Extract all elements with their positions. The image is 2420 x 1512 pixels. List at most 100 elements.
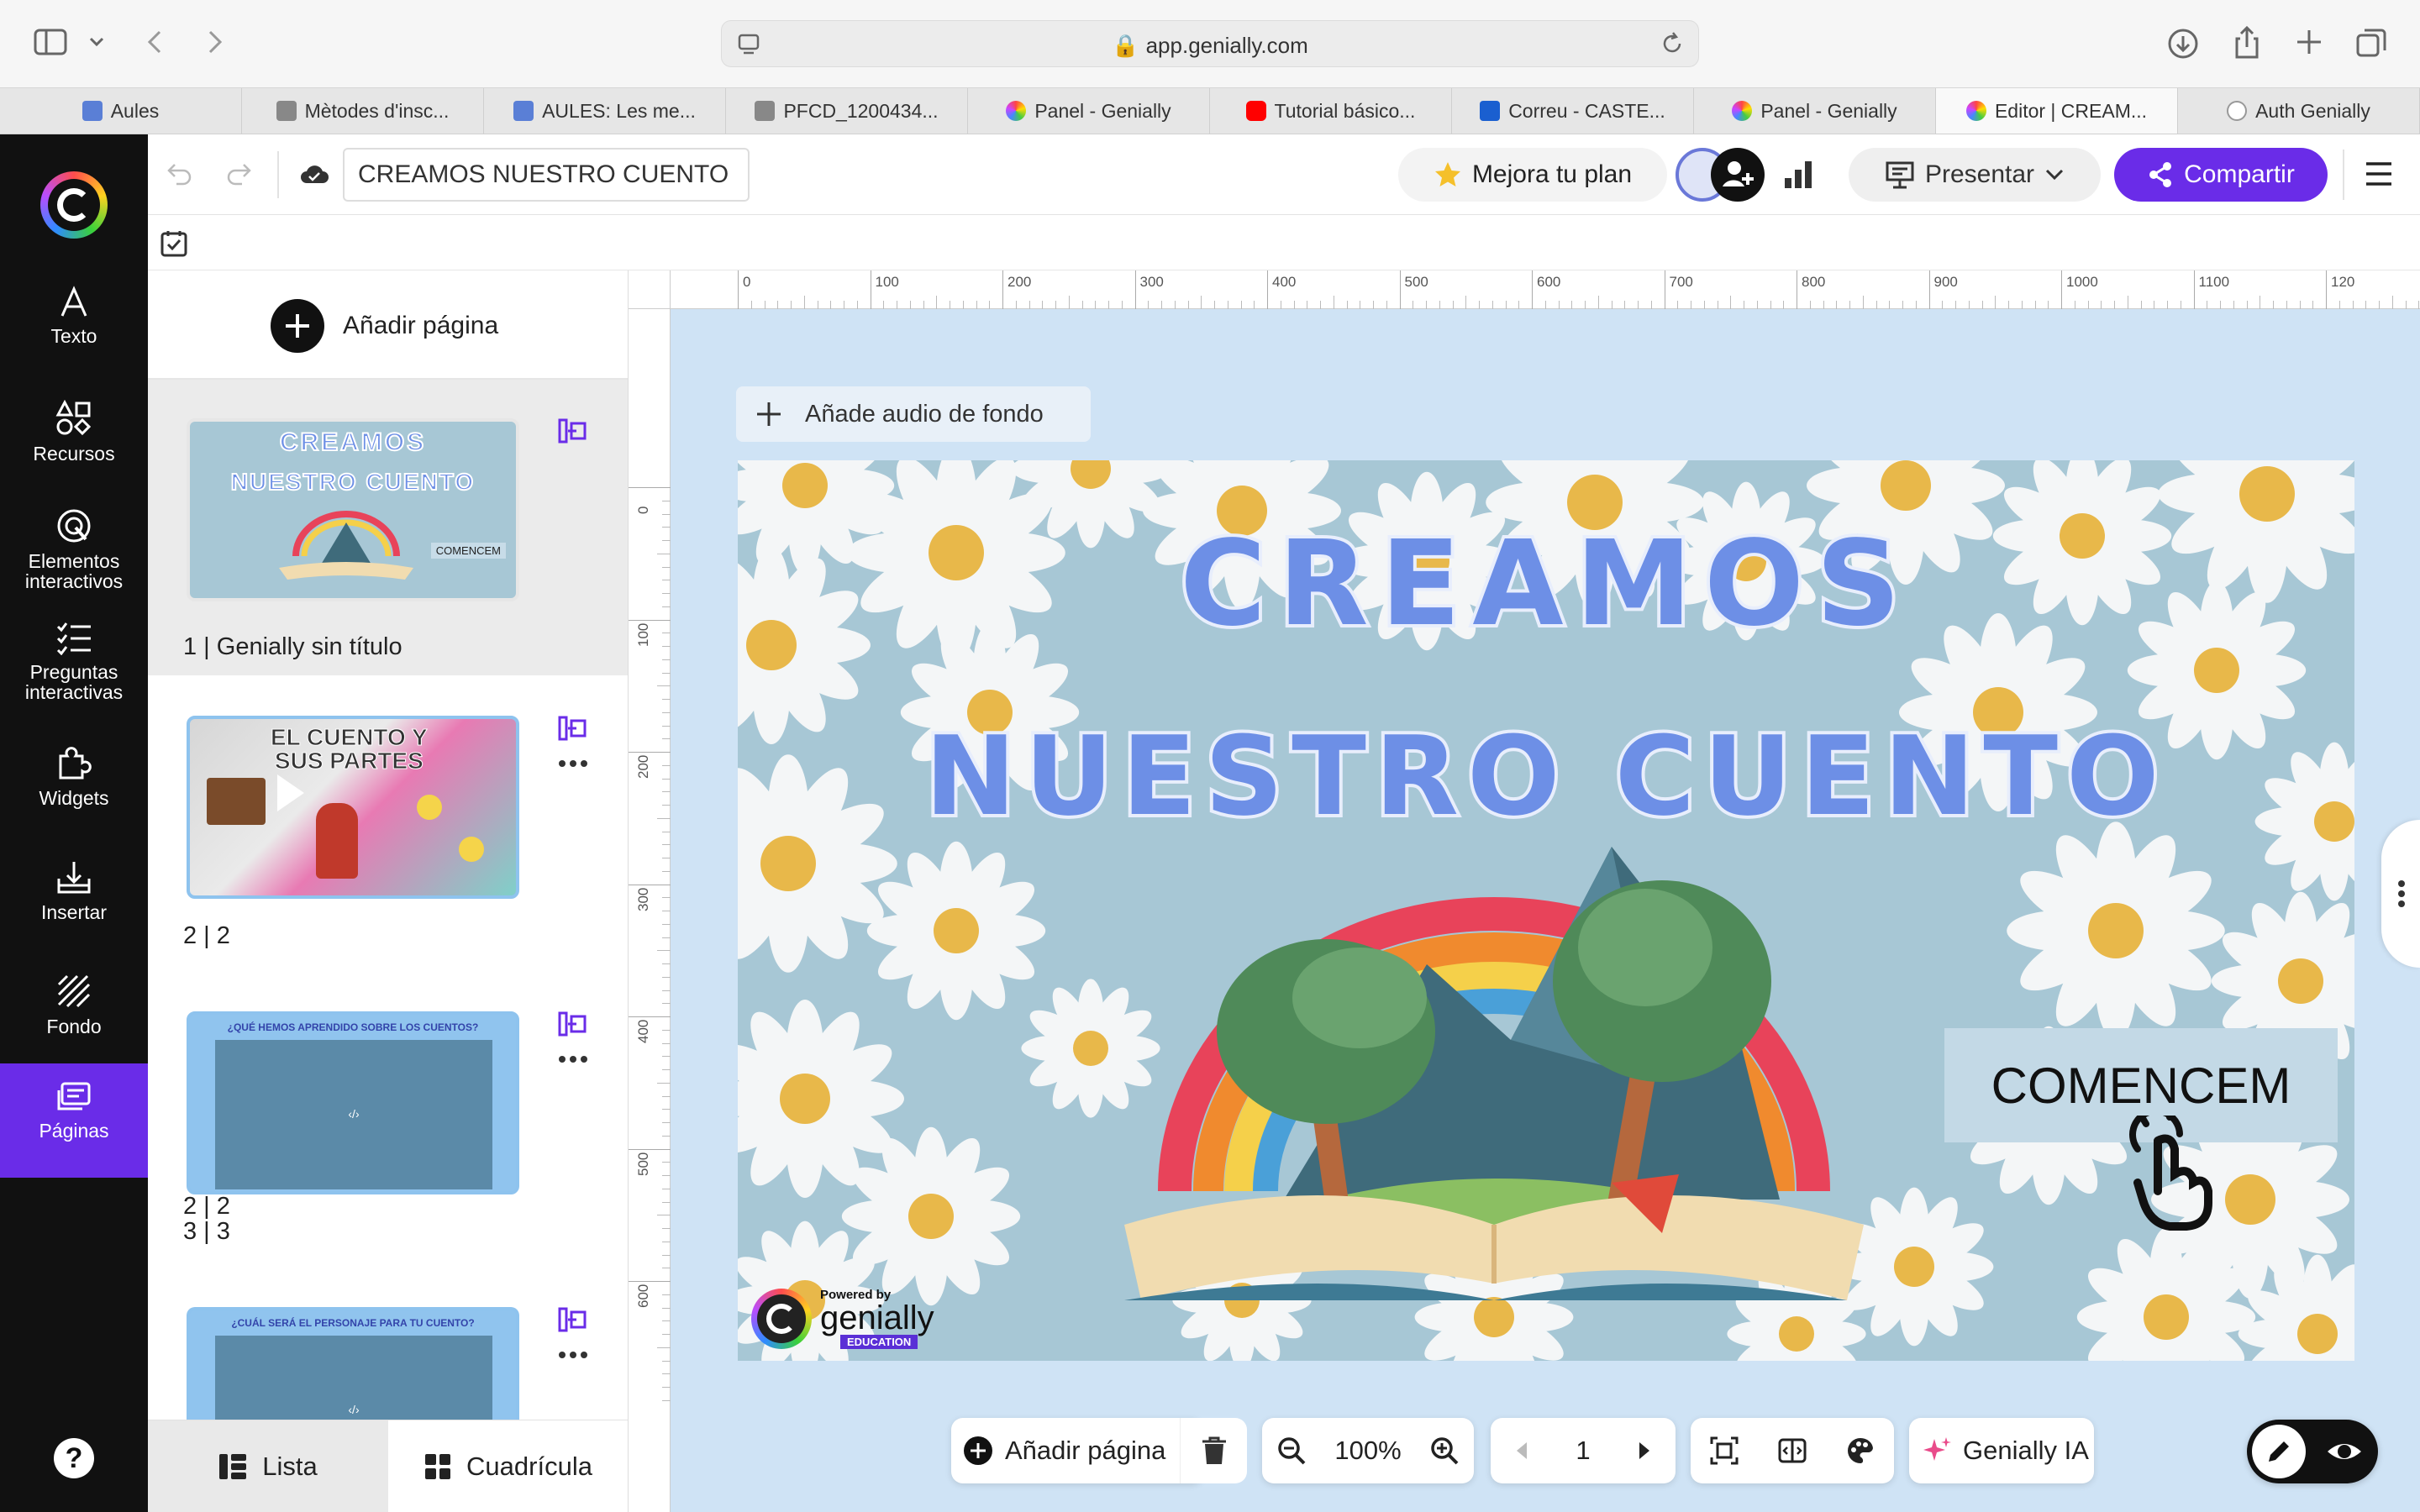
zoom-out-icon[interactable] [1276, 1436, 1307, 1466]
cloud-saved-icon [299, 163, 329, 186]
side-drawer-handle[interactable] [2381, 820, 2420, 968]
page-thumbnail[interactable]: CREAMOS NUESTRO CUENTO COMENCEM [187, 418, 519, 601]
browser-tab[interactable]: Aules [0, 88, 242, 134]
slide-title-line-1[interactable]: CREAMOS [738, 512, 2354, 656]
new-tab-icon[interactable] [2294, 27, 2324, 57]
genially-logo-icon [751, 1289, 812, 1349]
checklist-icon[interactable] [160, 228, 188, 257]
forward-icon[interactable] [205, 29, 225, 55]
sidebar-toggle-icon[interactable] [34, 29, 67, 55]
questions-icon [56, 622, 91, 655]
help-button[interactable]: ? [54, 1438, 94, 1478]
page-link-icon[interactable] [558, 1307, 587, 1332]
browser-tab[interactable]: PFCD_1200434... [726, 88, 968, 134]
more-options-icon[interactable] [558, 759, 588, 768]
zoom-in-icon[interactable] [1429, 1436, 1460, 1466]
sidebar-item-insertar[interactable]: Insertar [0, 858, 148, 922]
embed-code-icon: ‹/› [348, 1403, 360, 1416]
download-icon[interactable] [2166, 27, 2200, 60]
slide-title-line-2[interactable]: NUESTRO CUENTO [738, 709, 2354, 843]
address-bar[interactable]: 🔒 app.genially.com [721, 20, 1699, 67]
ruler-tick [2193, 270, 2195, 309]
delete-page-button[interactable] [1180, 1418, 1247, 1483]
browser-tab-active[interactable]: Editor | CREAM... [1936, 88, 2178, 134]
genially-logo[interactable] [40, 171, 108, 239]
previous-page-icon[interactable] [1513, 1441, 1530, 1461]
add-background-audio-button[interactable]: Añade audio de fondo [736, 386, 1091, 442]
page-link-icon[interactable] [558, 418, 587, 444]
sidebar-item-preguntas-interactivas[interactable]: Preguntas interactivas [0, 622, 148, 702]
preview-mode-button[interactable] [2326, 1435, 2363, 1468]
page-list-item-selected[interactable]: CREAMOS NUESTRO CUENTO COMENCEM 1 | Geni… [148, 380, 628, 675]
edit-preview-toggle[interactable] [2247, 1420, 2378, 1483]
ruler-tick [629, 1016, 671, 1017]
sidebar-item-recursos[interactable]: Recursos [0, 400, 148, 464]
sidebar-item-paginas[interactable]: Páginas [0, 1063, 148, 1178]
genially-ai-button[interactable]: Genially IA [1909, 1418, 2094, 1483]
ruler-tick [2061, 270, 2062, 309]
thumb-button: COMENCEM [430, 543, 506, 559]
storybook-illustration[interactable] [1074, 830, 1914, 1300]
redo-icon[interactable] [225, 161, 252, 186]
ruler-label: 200 [1007, 274, 1032, 290]
browser-tab[interactable]: Mètodes d'insc... [242, 88, 484, 134]
stats-icon[interactable] [1783, 160, 1813, 190]
ruler-tick [629, 619, 671, 621]
hamburger-menu-icon[interactable] [2365, 161, 2393, 186]
play-icon[interactable] [277, 774, 304, 811]
undo-icon[interactable] [166, 161, 193, 186]
browser-tab[interactable]: Panel - Genially [1694, 88, 1936, 134]
grid-icon [425, 1453, 451, 1479]
upgrade-label: Mejora tu plan [1471, 160, 1633, 188]
tab-overview-icon[interactable] [2354, 27, 2388, 60]
view-grid-button[interactable]: Cuadrícula [388, 1420, 628, 1512]
next-page-icon[interactable] [1636, 1441, 1653, 1461]
add-page-button[interactable]: Añadir página [271, 299, 498, 353]
upgrade-plan-button[interactable]: Mejora tu plan [1398, 148, 1667, 202]
page-thumbnail[interactable]: EL CUENTO Y SUS PARTES [187, 716, 519, 899]
ruler-tick [629, 1148, 671, 1150]
reload-icon[interactable] [1660, 31, 1685, 56]
more-options-icon[interactable] [558, 1055, 588, 1063]
share-icon[interactable] [2230, 25, 2264, 60]
fit-screen-icon[interactable] [1709, 1436, 1739, 1466]
ruler-tick [1134, 270, 1136, 309]
page-link-icon[interactable] [558, 716, 587, 741]
browser-tab[interactable]: AULES: Les me... [484, 88, 726, 134]
sidebar-item-elementos-interactivos[interactable]: Elementos interactivos [0, 507, 148, 591]
page-thumbnail[interactable]: ¿QUÉ HEMOS APRENDIDO SOBRE LOS CUENTOS? … [187, 1011, 519, 1194]
current-page-number[interactable]: 1 [1576, 1436, 1590, 1466]
view-tools [1691, 1418, 1894, 1483]
project-title-input[interactable]: CREAMOS NUESTRO CUENTO [343, 148, 750, 202]
thumb-title: ¿QUÉ HEMOS APRENDIDO SOBRE LOS CUENTOS? [227, 1021, 479, 1033]
thumb-title-line: EL CUENTO Y [271, 724, 429, 750]
view-list-button[interactable]: Lista [148, 1420, 388, 1512]
insert-icon [57, 862, 91, 894]
daisy-flower [2007, 822, 2225, 1040]
edit-mode-button[interactable] [2252, 1425, 2306, 1478]
palette-icon[interactable] [1845, 1436, 1876, 1466]
ruler-label: 500 [635, 1152, 651, 1176]
ruler-label: 100 [635, 622, 651, 647]
share-button[interactable]: Compartir [2114, 148, 2328, 202]
present-button[interactable]: Presentar [1849, 148, 2101, 202]
view-grid-label: Cuadrícula [466, 1451, 592, 1481]
sidebar-item-texto[interactable]: Texto [0, 286, 148, 346]
vertical-ruler: 0 100 200 300 400 500 600 [629, 309, 671, 1512]
bottom-add-page-button[interactable]: Añadir página [951, 1418, 1203, 1483]
back-icon[interactable] [145, 29, 165, 55]
split-view-icon[interactable] [1777, 1436, 1807, 1466]
sidebar-item-fondo[interactable]: Fondo [0, 973, 148, 1037]
chevron-down-icon[interactable] [89, 37, 104, 47]
page-link-icon[interactable] [558, 1011, 587, 1037]
page-navigator: 1 [1491, 1418, 1676, 1483]
slide-canvas[interactable]: CREAMOS NUESTRO CUENTO COMENCEM Powered … [738, 460, 2354, 1361]
sidebar-item-widgets[interactable]: Widgets [0, 744, 148, 808]
browser-tab[interactable]: Auth Genially [2178, 88, 2420, 134]
browser-tab[interactable]: Tutorial básico... [1210, 88, 1452, 134]
invite-collaborator-button[interactable] [1711, 148, 1765, 202]
zoom-level[interactable]: 100% [1334, 1436, 1401, 1466]
browser-tab[interactable]: Panel - Genially [968, 88, 1210, 134]
browser-tab[interactable]: Correu - CASTE... [1452, 88, 1694, 134]
more-options-icon[interactable] [558, 1351, 588, 1359]
